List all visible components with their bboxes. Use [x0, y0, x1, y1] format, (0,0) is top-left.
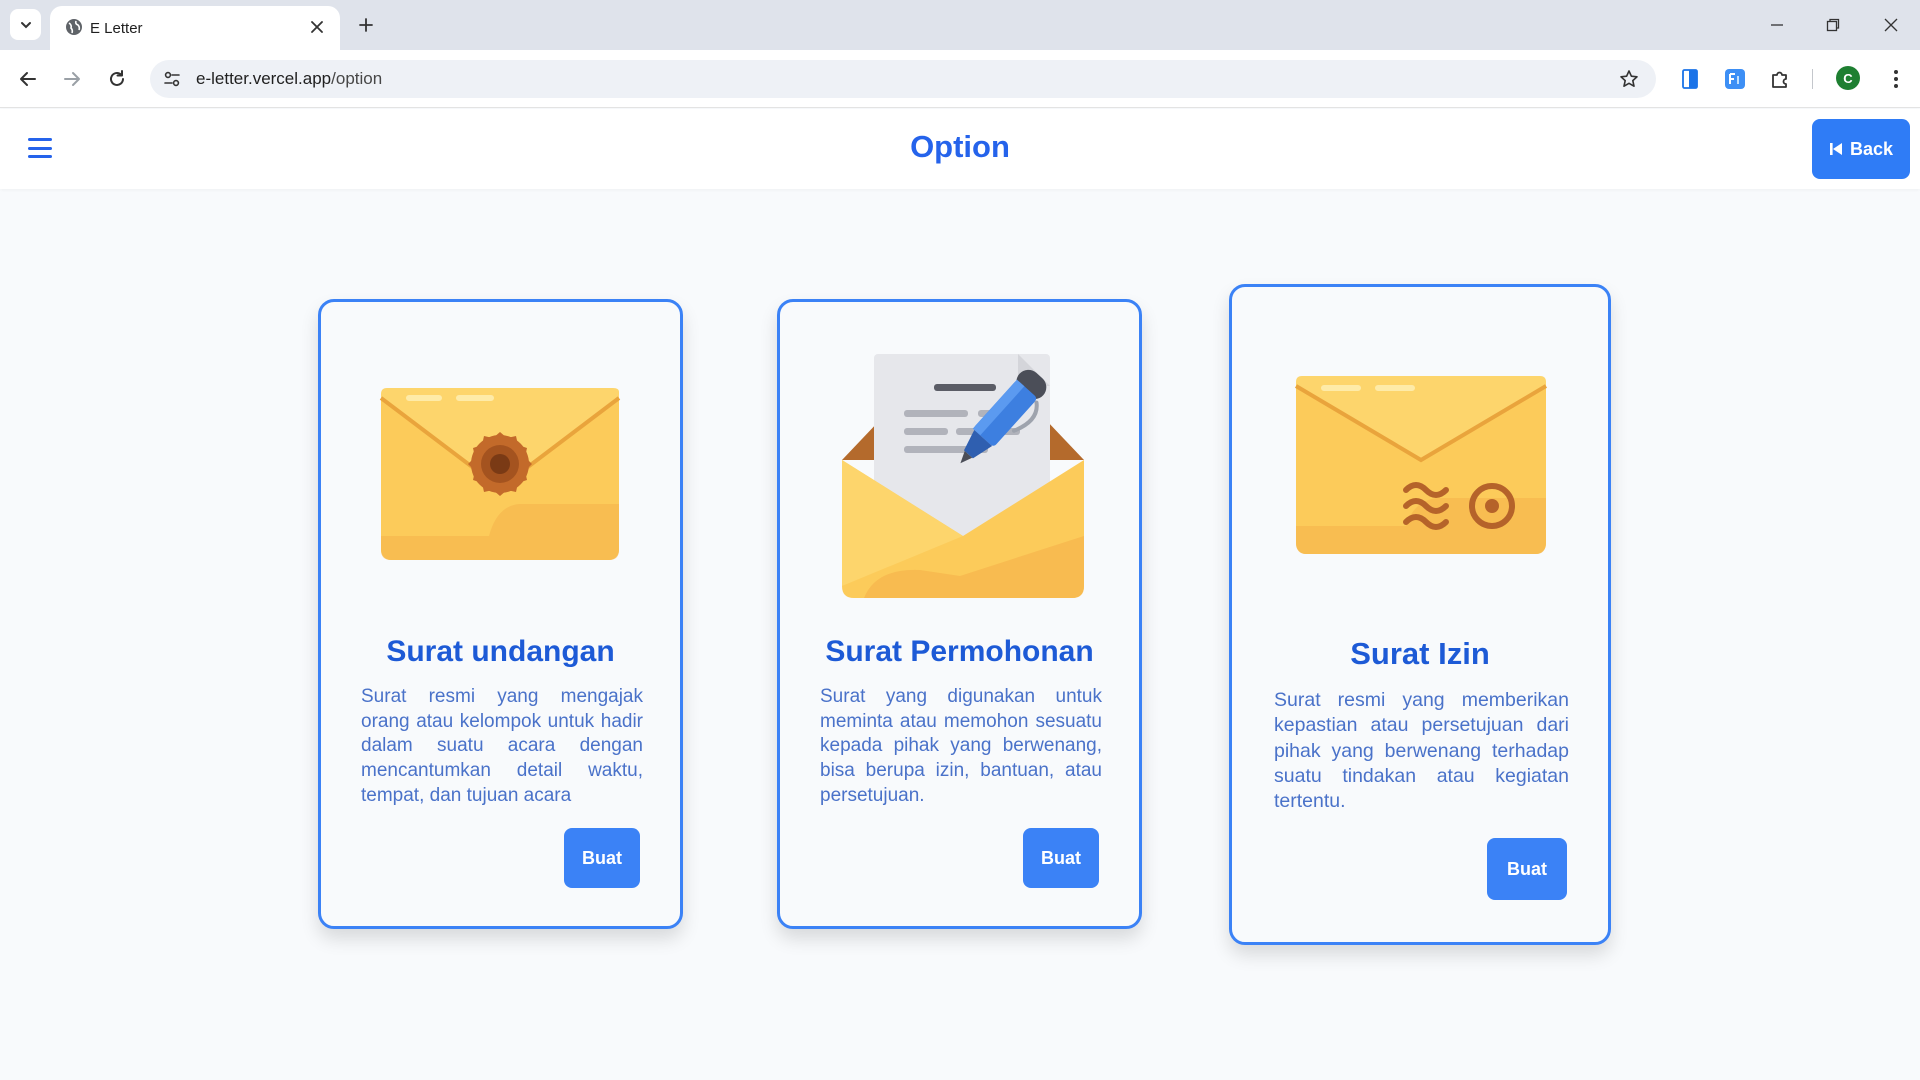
back-nav-button[interactable] — [12, 63, 44, 95]
reload-icon — [110, 70, 124, 86]
close-window-button[interactable] — [1876, 10, 1906, 40]
more-vert-icon — [1894, 70, 1898, 88]
page-title: Option — [910, 129, 1010, 164]
chevron-down-icon — [20, 21, 31, 28]
create-button[interactable]: Buat — [564, 828, 640, 888]
menu-line — [28, 138, 52, 141]
card-title: Surat Permohonan — [825, 635, 1094, 668]
card-title: Surat undangan — [386, 635, 615, 668]
address-bar[interactable]: e-letter.vercel.app/option — [150, 60, 1656, 98]
card-title: Surat Izin — [1350, 636, 1490, 671]
card-description: Surat resmi yang mengajak orang atau kel… — [361, 686, 643, 806]
open-envelope-pen-icon — [842, 354, 1084, 598]
create-button[interactable]: Buat — [1487, 838, 1567, 900]
globe-icon — [66, 19, 82, 35]
create-button[interactable]: Buat — [1023, 828, 1099, 888]
reload-button[interactable] — [101, 63, 133, 95]
card-surat-izin: Surat Izin Surat resmi yang memberikan k… — [1229, 284, 1611, 945]
restore-icon — [1826, 18, 1840, 32]
menu-line — [28, 146, 52, 150]
back-button-label: Back — [1849, 138, 1894, 159]
plus-icon — [359, 18, 373, 32]
browser-tab-strip: E Letter — [0, 0, 1920, 50]
minimize-icon — [1771, 24, 1783, 26]
browser-toolbar: e-letter.vercel.app/option — [0, 50, 1920, 108]
skip-back-icon — [1829, 143, 1842, 155]
hamburger-menu-button[interactable] — [26, 135, 54, 161]
extension-translate-button[interactable] — [1719, 63, 1751, 95]
menu-button[interactable] — [1880, 63, 1912, 95]
url-path: /option — [331, 69, 383, 88]
puzzle-icon — [1772, 71, 1787, 88]
translate-extension-icon — [1725, 69, 1745, 89]
url-text: e-letter.vercel.app/option — [196, 69, 382, 89]
reading-mode-button[interactable] — [1674, 63, 1706, 95]
menu-line — [28, 155, 52, 158]
reading-mode-icon — [1682, 69, 1698, 89]
stamped-envelope-icon — [1294, 376, 1548, 554]
browser-tab[interactable]: E Letter — [50, 6, 340, 50]
star-icon — [1620, 70, 1638, 87]
extensions-button[interactable] — [1764, 63, 1796, 95]
card-description: Surat yang digunakan untuk meminta atau … — [820, 686, 1102, 806]
bookmark-button[interactable] — [1616, 66, 1642, 92]
restore-button[interactable] — [1818, 10, 1848, 40]
close-icon — [1884, 18, 1898, 32]
app-header: Option Back — [0, 109, 1920, 189]
profile-avatar[interactable]: C — [1836, 66, 1860, 90]
card-surat-undangan: Surat undangan Surat resmi yang mengajak… — [318, 299, 683, 929]
close-icon — [311, 21, 323, 33]
card-description: Surat resmi yang memberikan kepastian at… — [1274, 689, 1569, 813]
arrow-left-icon — [20, 72, 36, 86]
tab-close-button[interactable] — [306, 16, 328, 38]
site-info-button[interactable] — [160, 67, 184, 91]
arrow-right-icon — [64, 72, 80, 86]
new-tab-button[interactable] — [352, 11, 380, 39]
toolbar-divider — [1812, 69, 1813, 89]
tune-icon — [164, 71, 180, 87]
tab-search-button[interactable] — [10, 9, 41, 40]
url-host: e-letter.vercel.app — [196, 69, 332, 88]
forward-nav-button[interactable] — [56, 63, 88, 95]
back-button[interactable]: Back — [1812, 119, 1910, 179]
tab-title: E Letter — [90, 20, 143, 37]
sealed-envelope-icon — [379, 388, 621, 560]
card-surat-permohonan: Surat Permohonan Surat yang digunakan un… — [777, 299, 1142, 929]
minimize-button[interactable] — [1762, 10, 1792, 40]
